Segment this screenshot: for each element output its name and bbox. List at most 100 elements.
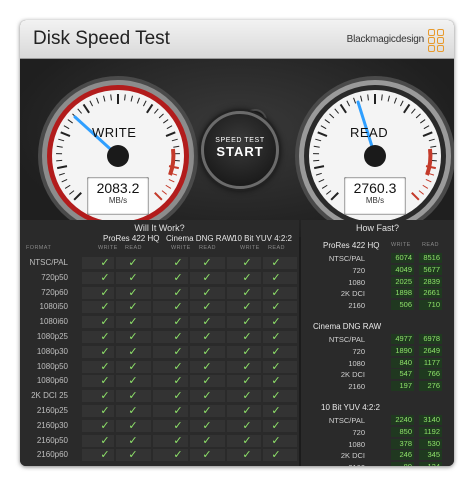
start-button-line1: SPEED TEST <box>215 137 265 144</box>
how-fast-title: How Fast? <box>355 223 399 233</box>
how-fast-group-2: 10 Bit YUV 4:2:2 <box>321 403 380 412</box>
format-label: NTSC/PAL <box>29 258 68 267</box>
format-label: 720p60 <box>41 287 68 297</box>
format-label: 1080p30 <box>36 346 68 356</box>
codec-read-label-0: READ <box>125 245 142 251</box>
check-icon: ✓ <box>202 257 212 269</box>
how-fast-read-value: 1177 <box>419 357 442 368</box>
how-fast-row-label: 720 <box>352 265 365 275</box>
how-fast-write-value: 840 <box>391 357 414 368</box>
check-icon: ✓ <box>100 271 110 284</box>
check-icon: ✓ <box>173 345 183 358</box>
check-icon: ✓ <box>271 257 281 269</box>
format-label: 1080i50 <box>39 302 68 312</box>
check-icon: ✓ <box>100 345 110 358</box>
check-icon: ✓ <box>173 301 183 314</box>
how-fast-write-value: 506 <box>391 300 414 311</box>
format-label: 2K DCI 25 <box>31 391 68 401</box>
check-icon: ✓ <box>100 301 110 314</box>
check-icon: ✓ <box>242 316 252 329</box>
format-row: 1080p60 ✓ ✓ ✓ ✓ ✓ ✓ <box>20 374 299 388</box>
how-fast-read-value: 124 <box>419 462 442 466</box>
check-icon: ✓ <box>271 331 281 343</box>
check-icon: ✓ <box>242 375 252 388</box>
check-icon: ✓ <box>128 375 138 388</box>
will-it-work-title: Will It Work? <box>134 223 185 233</box>
how-fast-read-value: 6978 <box>419 334 442 344</box>
check-icon: ✓ <box>202 419 212 432</box>
format-row: 2160p30 ✓ ✓ ✓ ✓ ✓ ✓ <box>20 419 299 433</box>
format-row: 1080p30 ✓ ✓ ✓ ✓ ✓ ✓ <box>20 345 299 359</box>
format-row: 2160p50 ✓ ✓ ✓ ✓ ✓ ✓ <box>20 434 299 448</box>
format-row: 1080p50 ✓ ✓ ✓ ✓ ✓ ✓ <box>20 360 299 374</box>
check-icon: ✓ <box>128 405 138 417</box>
how-fast-read-value: 276 <box>419 381 442 392</box>
check-icon: ✓ <box>100 257 110 269</box>
how-fast-group-0: ProRes 422 HQ <box>323 241 380 250</box>
gauge-tick <box>367 94 369 101</box>
format-row: 720p50 ✓ ✓ ✓ ✓ ✓ ✓ <box>20 271 299 285</box>
check-icon: ✓ <box>202 390 212 403</box>
how-fast-write-value: 4049 <box>391 264 414 275</box>
format-row: 1080i50 ✓ ✓ ✓ ✓ ✓ ✓ <box>20 300 299 314</box>
how-fast-group-1: Cinema DNG RAW <box>313 322 382 331</box>
how-fast-row-label: 1080 <box>348 358 365 368</box>
check-icon: ✓ <box>271 405 281 417</box>
check-icon: ✓ <box>128 331 138 343</box>
codec-write-label-2: WRITE <box>240 245 260 251</box>
how-fast-row-label: 2160 <box>308 463 365 466</box>
how-fast-write-value: 1898 <box>391 288 414 299</box>
check-icon: ✓ <box>100 316 110 329</box>
format-label: 2160p30 <box>36 420 68 430</box>
check-icon: ✓ <box>100 360 110 373</box>
title-bar: Disk Speed Test Blackmagicdesign <box>20 20 454 59</box>
how-fast-write-value: 89 <box>391 462 414 466</box>
check-icon: ✓ <box>100 375 110 388</box>
check-icon: ✓ <box>242 257 252 269</box>
how-fast-row-label: NTSC/PAL <box>328 416 365 425</box>
format-label: 1080i60 <box>39 317 68 327</box>
how-fast-row-label: 2K DCI <box>340 370 365 380</box>
check-icon: ✓ <box>242 449 252 462</box>
how-fast-row-label: 2160 <box>348 382 365 392</box>
check-icon: ✓ <box>202 286 212 299</box>
check-icon: ✓ <box>271 360 281 373</box>
read-value: 2760.3 <box>353 180 397 196</box>
check-icon: ✓ <box>242 390 252 403</box>
how-fast-row-label: 1080 <box>348 439 365 449</box>
check-icon: ✓ <box>128 257 138 269</box>
check-icon: ✓ <box>202 449 212 462</box>
how-fast-write-value: 6074 <box>391 253 414 263</box>
check-icon: ✓ <box>271 345 281 358</box>
format-label: 2160p50 <box>36 435 68 445</box>
format-row: 2160p25 ✓ ✓ ✓ ✓ ✓ ✓ <box>20 404 299 418</box>
write-value: 2083.2 <box>96 180 140 196</box>
how-fast-write-value: 2025 <box>391 276 414 287</box>
how-fast-write-value: 378 <box>391 438 414 449</box>
window-title: Disk Speed Test <box>33 28 170 49</box>
check-icon: ✓ <box>100 434 110 447</box>
check-icon: ✓ <box>242 360 252 373</box>
check-icon: ✓ <box>242 301 252 314</box>
codec-write-label-1: WRITE <box>171 245 191 251</box>
format-row: NTSC/PAL ✓ ✓ ✓ ✓ ✓ ✓ <box>20 256 299 270</box>
how-fast-row-label: 2160 <box>348 301 365 311</box>
codec-write-label-0: WRITE <box>98 245 118 251</box>
will-it-work-panel: Will It Work? FORMAT ProRes 422 HQ WRITE RE… <box>20 220 299 466</box>
check-icon: ✓ <box>202 360 212 373</box>
gauge-tick <box>124 94 126 101</box>
check-icon: ✓ <box>128 271 138 284</box>
format-label: 1080p50 <box>36 361 68 371</box>
check-icon: ✓ <box>271 375 281 388</box>
how-fast-read-value: 2661 <box>419 288 442 299</box>
start-button[interactable]: SPEED TEST START <box>201 111 279 189</box>
check-icon: ✓ <box>173 360 183 373</box>
check-icon: ✓ <box>202 345 212 358</box>
how-fast-write-value: 246 <box>391 450 414 461</box>
how-fast-write-value: 547 <box>391 369 414 380</box>
check-icon: ✓ <box>202 434 212 447</box>
check-icon: ✓ <box>242 331 252 343</box>
check-icon: ✓ <box>202 271 212 284</box>
check-icon: ✓ <box>100 390 110 403</box>
write-value-box: 2083.2 MB/s <box>87 177 149 215</box>
